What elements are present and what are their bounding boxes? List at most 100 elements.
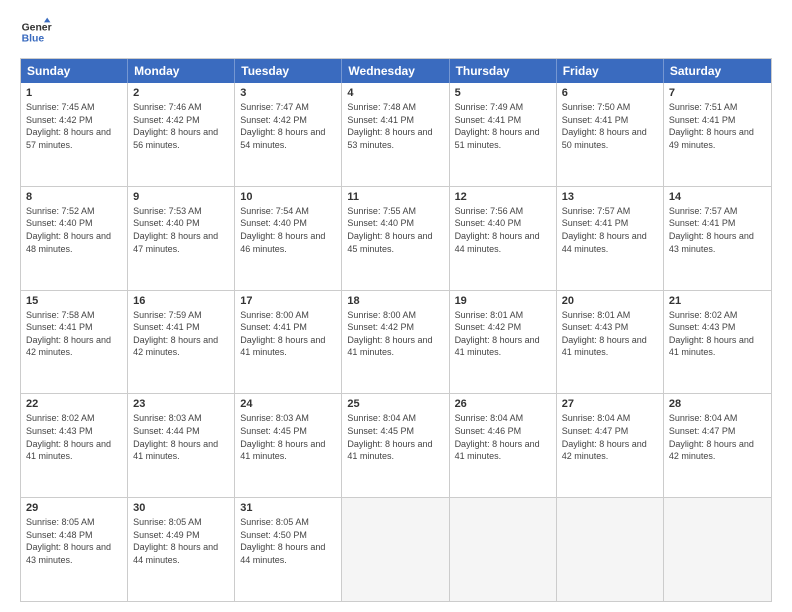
calendar-cell: 26 Sunrise: 8:04 AMSunset: 4:46 PMDayligh… (450, 394, 557, 497)
day-number: 8 (26, 191, 122, 203)
day-info: Sunrise: 7:47 AMSunset: 4:42 PMDaylight:… (240, 101, 336, 151)
day-info: Sunrise: 8:01 AMSunset: 4:42 PMDaylight:… (455, 309, 551, 359)
calendar-header-thursday: Thursday (450, 59, 557, 83)
calendar-cell: 8 Sunrise: 7:52 AMSunset: 4:40 PMDaylight… (21, 187, 128, 290)
day-info: Sunrise: 7:58 AMSunset: 4:41 PMDaylight:… (26, 309, 122, 359)
day-info: Sunrise: 7:57 AMSunset: 4:41 PMDaylight:… (669, 205, 766, 255)
day-number: 25 (347, 398, 443, 410)
day-number: 13 (562, 191, 658, 203)
day-number: 23 (133, 398, 229, 410)
calendar-cell: 16 Sunrise: 7:59 AMSunset: 4:41 PMDayligh… (128, 291, 235, 394)
calendar-cell: 7 Sunrise: 7:51 AMSunset: 4:41 PMDaylight… (664, 83, 771, 186)
calendar-cell: 2 Sunrise: 7:46 AMSunset: 4:42 PMDaylight… (128, 83, 235, 186)
calendar-cell: 4Sunrise: 7:48 AMSunset: 4:41 PMDaylight… (342, 83, 449, 186)
day-info: Sunrise: 8:05 AMSunset: 4:48 PMDaylight:… (26, 516, 122, 566)
day-info: Sunrise: 8:02 AMSunset: 4:43 PMDaylight:… (26, 412, 122, 462)
day-number: 12 (455, 191, 551, 203)
calendar-week-1: 1Sunrise: 7:45 AMSunset: 4:42 PMDaylight… (21, 83, 771, 186)
calendar-cell: 23 Sunrise: 8:03 AMSunset: 4:44 PMDayligh… (128, 394, 235, 497)
calendar-cell: 24Sunrise: 8:03 AMSunset: 4:45 PMDayligh… (235, 394, 342, 497)
day-info: Sunrise: 7:54 AMSunset: 4:40 PMDaylight:… (240, 205, 336, 255)
day-number: 10 (240, 191, 336, 203)
calendar-cell: 25 Sunrise: 8:04 AMSunset: 4:45 PMDayligh… (342, 394, 449, 497)
day-info: Sunrise: 7:59 AMSunset: 4:41 PMDaylight:… (133, 309, 229, 359)
calendar-cell: 11Sunrise: 7:55 AMSunset: 4:40 PMDayligh… (342, 187, 449, 290)
calendar-cell: 14 Sunrise: 7:57 AMSunset: 4:41 PMDayligh… (664, 187, 771, 290)
day-number: 9 (133, 191, 229, 203)
calendar-cell: 13 Sunrise: 7:57 AMSunset: 4:41 PMDayligh… (557, 187, 664, 290)
calendar-cell: 27Sunrise: 8:04 AMSunset: 4:47 PMDayligh… (557, 394, 664, 497)
day-info: Sunrise: 7:52 AMSunset: 4:40 PMDaylight:… (26, 205, 122, 255)
calendar-header-monday: Monday (128, 59, 235, 83)
day-number: 4 (347, 87, 443, 99)
day-number: 16 (133, 295, 229, 307)
day-number: 17 (240, 295, 336, 307)
calendar-cell: 30 Sunrise: 8:05 AMSunset: 4:49 PMDayligh… (128, 498, 235, 601)
calendar-cell: 5 Sunrise: 7:49 AMSunset: 4:41 PMDaylight… (450, 83, 557, 186)
day-number: 18 (347, 295, 443, 307)
calendar-header-friday: Friday (557, 59, 664, 83)
calendar-header-sunday: Sunday (21, 59, 128, 83)
calendar-cell: 9Sunrise: 7:53 AMSunset: 4:40 PMDaylight… (128, 187, 235, 290)
day-number: 15 (26, 295, 122, 307)
day-info: Sunrise: 8:04 AMSunset: 4:46 PMDaylight:… (455, 412, 551, 462)
day-info: Sunrise: 8:00 AMSunset: 4:42 PMDaylight:… (347, 309, 443, 359)
day-info: Sunrise: 7:57 AMSunset: 4:41 PMDaylight:… (562, 205, 658, 255)
day-info: Sunrise: 8:02 AMSunset: 4:43 PMDaylight:… (669, 309, 766, 359)
day-number: 3 (240, 87, 336, 99)
calendar-cell: 31 Sunrise: 8:05 AMSunset: 4:50 PMDayligh… (235, 498, 342, 601)
header: General Blue (20, 16, 772, 48)
day-info: Sunrise: 7:45 AMSunset: 4:42 PMDaylight:… (26, 101, 122, 151)
calendar-cell: 10 Sunrise: 7:54 AMSunset: 4:40 PMDayligh… (235, 187, 342, 290)
day-info: Sunrise: 7:51 AMSunset: 4:41 PMDaylight:… (669, 101, 766, 151)
day-info: Sunrise: 7:56 AMSunset: 4:40 PMDaylight:… (455, 205, 551, 255)
day-number: 14 (669, 191, 766, 203)
svg-text:Blue: Blue (22, 34, 45, 45)
calendar-cell: 15 Sunrise: 7:58 AMSunset: 4:41 PMDayligh… (21, 291, 128, 394)
calendar-cell (342, 498, 449, 601)
day-number: 21 (669, 295, 766, 307)
day-info: Sunrise: 8:04 AMSunset: 4:47 PMDaylight:… (562, 412, 658, 462)
day-info: Sunrise: 8:03 AMSunset: 4:44 PMDaylight:… (133, 412, 229, 462)
calendar-cell (664, 498, 771, 601)
day-number: 6 (562, 87, 658, 99)
day-info: Sunrise: 8:05 AMSunset: 4:50 PMDaylight:… (240, 516, 336, 566)
calendar-week-5: 29 Sunrise: 8:05 AMSunset: 4:48 PMDayligh… (21, 497, 771, 601)
day-number: 29 (26, 502, 122, 514)
day-number: 31 (240, 502, 336, 514)
day-number: 7 (669, 87, 766, 99)
calendar-week-3: 15 Sunrise: 7:58 AMSunset: 4:41 PMDayligh… (21, 290, 771, 394)
calendar-cell: 1Sunrise: 7:45 AMSunset: 4:42 PMDaylight… (21, 83, 128, 186)
day-number: 2 (133, 87, 229, 99)
day-info: Sunrise: 7:49 AMSunset: 4:41 PMDaylight:… (455, 101, 551, 151)
calendar-cell: 6 Sunrise: 7:50 AMSunset: 4:41 PMDaylight… (557, 83, 664, 186)
calendar-header-row: SundayMondayTuesdayWednesdayThursdayFrid… (21, 59, 771, 83)
day-info: Sunrise: 7:46 AMSunset: 4:42 PMDaylight:… (133, 101, 229, 151)
calendar-cell: 19 Sunrise: 8:01 AMSunset: 4:42 PMDayligh… (450, 291, 557, 394)
calendar-header-tuesday: Tuesday (235, 59, 342, 83)
day-number: 19 (455, 295, 551, 307)
calendar-header-wednesday: Wednesday (342, 59, 449, 83)
day-info: Sunrise: 8:04 AMSunset: 4:45 PMDaylight:… (347, 412, 443, 462)
calendar-header-saturday: Saturday (664, 59, 771, 83)
calendar-cell (557, 498, 664, 601)
day-number: 5 (455, 87, 551, 99)
calendar-cell: 12 Sunrise: 7:56 AMSunset: 4:40 PMDayligh… (450, 187, 557, 290)
day-info: Sunrise: 8:01 AMSunset: 4:43 PMDaylight:… (562, 309, 658, 359)
calendar-cell: 17 Sunrise: 8:00 AMSunset: 4:41 PMDayligh… (235, 291, 342, 394)
day-info: Sunrise: 8:00 AMSunset: 4:41 PMDaylight:… (240, 309, 336, 359)
calendar-cell: 3 Sunrise: 7:47 AMSunset: 4:42 PMDaylight… (235, 83, 342, 186)
day-number: 30 (133, 502, 229, 514)
calendar-cell (450, 498, 557, 601)
day-number: 28 (669, 398, 766, 410)
calendar: SundayMondayTuesdayWednesdayThursdayFrid… (20, 58, 772, 602)
day-info: Sunrise: 7:50 AMSunset: 4:41 PMDaylight:… (562, 101, 658, 151)
calendar-cell: 18 Sunrise: 8:00 AMSunset: 4:42 PMDayligh… (342, 291, 449, 394)
day-info: Sunrise: 8:03 AMSunset: 4:45 PMDaylight:… (240, 412, 336, 462)
day-info: Sunrise: 8:05 AMSunset: 4:49 PMDaylight:… (133, 516, 229, 566)
day-number: 26 (455, 398, 551, 410)
calendar-cell: 20 Sunrise: 8:01 AMSunset: 4:43 PMDayligh… (557, 291, 664, 394)
day-number: 20 (562, 295, 658, 307)
calendar-week-2: 8 Sunrise: 7:52 AMSunset: 4:40 PMDaylight… (21, 186, 771, 290)
logo-icon: General Blue (20, 16, 52, 48)
